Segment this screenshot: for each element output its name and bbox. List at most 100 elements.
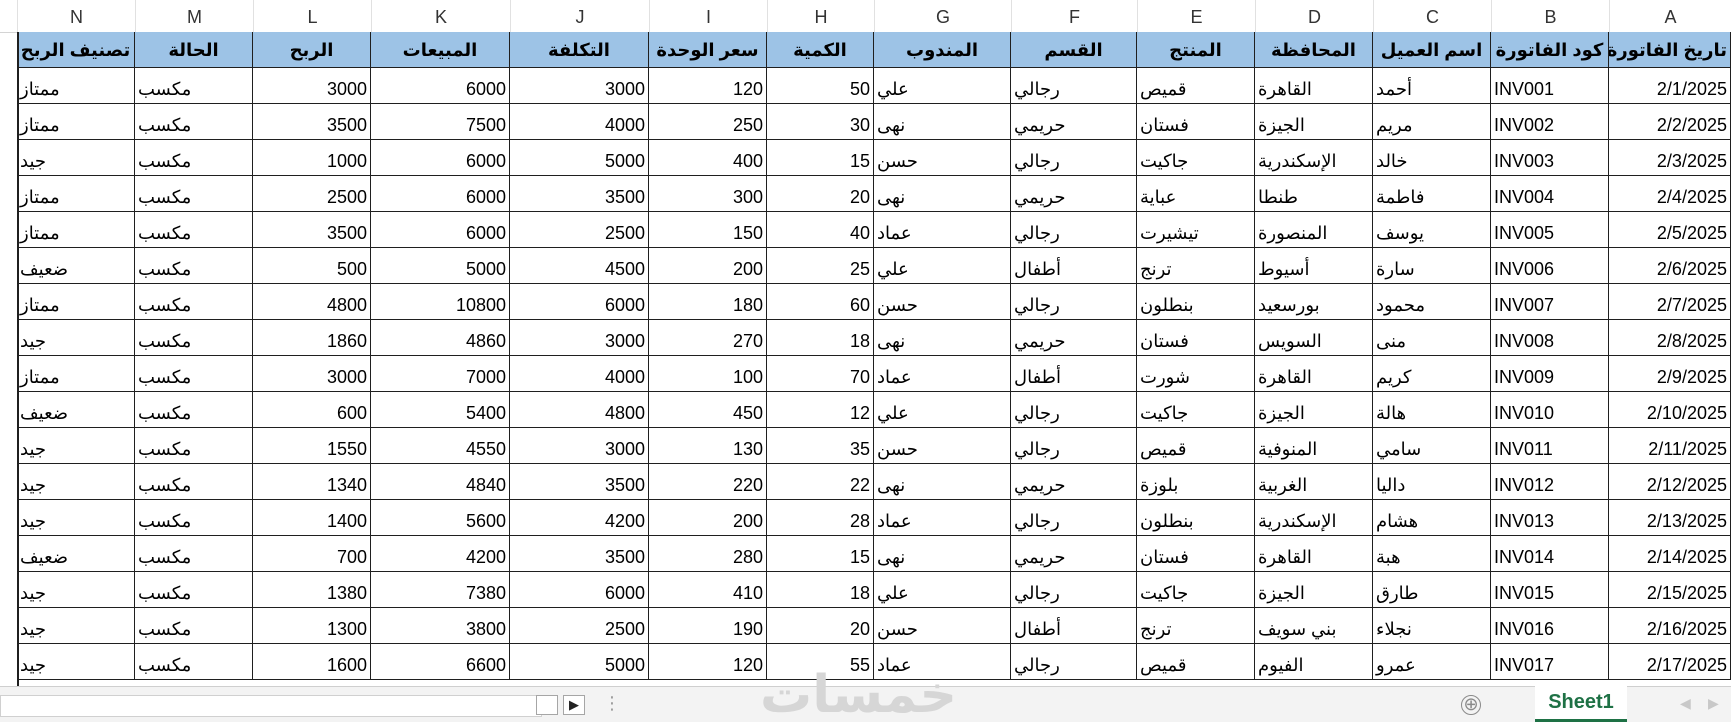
table-cell[interactable]: بلوزة bbox=[1137, 464, 1255, 500]
table-cell[interactable]: 4000 bbox=[510, 104, 649, 140]
table-cell[interactable]: INV011 bbox=[1491, 428, 1609, 464]
table-cell[interactable]: مكسب bbox=[135, 392, 253, 428]
table-cell[interactable]: 410 bbox=[649, 572, 767, 608]
table-cell[interactable]: 2/2/2025 bbox=[1609, 104, 1731, 140]
table-cell[interactable]: 2/4/2025 bbox=[1609, 176, 1731, 212]
table-header-cell[interactable]: التكلفة bbox=[510, 32, 649, 68]
table-cell[interactable]: 4800 bbox=[510, 392, 649, 428]
table-cell[interactable]: سارة bbox=[1373, 248, 1491, 284]
table-cell[interactable]: داليا bbox=[1373, 464, 1491, 500]
tab-scroll-left-icon[interactable]: ◀ bbox=[1680, 695, 1691, 712]
table-cell[interactable]: الإسكندرية bbox=[1255, 500, 1373, 536]
column-header-j[interactable]: J bbox=[510, 0, 649, 32]
table-cell[interactable]: 4840 bbox=[371, 464, 510, 500]
table-cell[interactable]: 1300 bbox=[253, 608, 371, 644]
table-header-cell[interactable]: المبيعات bbox=[371, 32, 510, 68]
table-cell[interactable]: 280 bbox=[649, 536, 767, 572]
table-cell[interactable]: حريمي bbox=[1011, 104, 1137, 140]
column-header-a[interactable]: A bbox=[1609, 0, 1731, 32]
spreadsheet-grid[interactable]: NMLKJIHGFEDCBA تصنيف الربح الحالة الربح الم… bbox=[0, 0, 1731, 686]
table-cell[interactable]: 180 bbox=[649, 284, 767, 320]
table-cell[interactable]: رجالي bbox=[1011, 644, 1137, 680]
table-cell[interactable]: 450 bbox=[649, 392, 767, 428]
table-cell[interactable]: عباية bbox=[1137, 176, 1255, 212]
table-cell[interactable]: السويس bbox=[1255, 320, 1373, 356]
table-cell[interactable]: رجالي bbox=[1011, 284, 1137, 320]
table-cell[interactable]: 400 bbox=[649, 140, 767, 176]
table-cell[interactable]: نهى bbox=[874, 176, 1011, 212]
table-cell[interactable]: نهى bbox=[874, 536, 1011, 572]
table-cell[interactable]: 2/11/2025 bbox=[1609, 428, 1731, 464]
table-cell[interactable]: أطفال bbox=[1011, 248, 1137, 284]
table-cell[interactable]: 3000 bbox=[510, 320, 649, 356]
table-cell[interactable]: محمود bbox=[1373, 284, 1491, 320]
table-cell[interactable]: 6000 bbox=[510, 284, 649, 320]
table-cell[interactable]: علي bbox=[874, 248, 1011, 284]
add-sheet-icon[interactable]: ⊕ bbox=[1461, 695, 1481, 715]
table-cell[interactable]: 4200 bbox=[510, 500, 649, 536]
table-cell[interactable]: قميص bbox=[1137, 428, 1255, 464]
table-cell[interactable]: 2/1/2025 bbox=[1609, 68, 1731, 104]
tab-scroll-right-icon[interactable]: ▶ bbox=[1708, 695, 1719, 712]
table-cell[interactable]: 60 bbox=[767, 284, 874, 320]
table-cell[interactable]: 4550 bbox=[371, 428, 510, 464]
splitter-handle[interactable]: ⋮ bbox=[603, 693, 621, 714]
column-header-e[interactable]: E bbox=[1137, 0, 1255, 32]
table-cell[interactable]: هبة bbox=[1373, 536, 1491, 572]
table-header-cell[interactable]: المنتج bbox=[1137, 32, 1255, 68]
table-cell[interactable]: جيد bbox=[17, 500, 135, 536]
table-cell[interactable]: 3000 bbox=[510, 68, 649, 104]
table-cell[interactable]: مكسب bbox=[135, 320, 253, 356]
table-cell[interactable]: 200 bbox=[649, 500, 767, 536]
table-cell[interactable]: سامي bbox=[1373, 428, 1491, 464]
table-cell[interactable]: 3500 bbox=[510, 176, 649, 212]
table-cell[interactable]: رجالي bbox=[1011, 572, 1137, 608]
table-cell[interactable]: جيد bbox=[17, 608, 135, 644]
table-header-cell[interactable]: الحالة bbox=[135, 32, 253, 68]
table-cell[interactable]: 2/12/2025 bbox=[1609, 464, 1731, 500]
table-cell[interactable]: مكسب bbox=[135, 356, 253, 392]
table-header-cell[interactable]: المندوب bbox=[874, 32, 1011, 68]
table-cell[interactable]: INV014 bbox=[1491, 536, 1609, 572]
table-cell[interactable]: 6000 bbox=[371, 68, 510, 104]
table-cell[interactable]: 1000 bbox=[253, 140, 371, 176]
table-cell[interactable]: INV017 bbox=[1491, 644, 1609, 680]
column-header-m[interactable]: M bbox=[135, 0, 253, 32]
table-cell[interactable]: الجيزة bbox=[1255, 104, 1373, 140]
table-cell[interactable]: 2/10/2025 bbox=[1609, 392, 1731, 428]
column-header-n[interactable]: N bbox=[17, 0, 135, 32]
table-cell[interactable]: 40 bbox=[767, 212, 874, 248]
table-header-cell[interactable]: الربح bbox=[253, 32, 371, 68]
table-cell[interactable]: مريم bbox=[1373, 104, 1491, 140]
table-cell[interactable]: 5000 bbox=[510, 644, 649, 680]
table-header-cell[interactable]: كود الفاتورة bbox=[1491, 32, 1609, 68]
table-cell[interactable]: 270 bbox=[649, 320, 767, 356]
table-cell[interactable]: نجلاء bbox=[1373, 608, 1491, 644]
table-cell[interactable]: 6000 bbox=[510, 572, 649, 608]
table-cell[interactable]: جيد bbox=[17, 464, 135, 500]
table-cell[interactable]: 70 bbox=[767, 356, 874, 392]
table-cell[interactable]: 7500 bbox=[371, 104, 510, 140]
table-cell[interactable]: INV007 bbox=[1491, 284, 1609, 320]
table-cell[interactable]: بني سويف bbox=[1255, 608, 1373, 644]
table-cell[interactable]: 3000 bbox=[253, 356, 371, 392]
table-cell[interactable]: 2/17/2025 bbox=[1609, 644, 1731, 680]
table-cell[interactable]: نهى bbox=[874, 320, 1011, 356]
table-cell[interactable]: 4200 bbox=[371, 536, 510, 572]
table-cell[interactable]: INV016 bbox=[1491, 608, 1609, 644]
table-cell[interactable]: 7000 bbox=[371, 356, 510, 392]
table-cell[interactable]: 2/16/2025 bbox=[1609, 608, 1731, 644]
table-cell[interactable]: الغربية bbox=[1255, 464, 1373, 500]
table-cell[interactable]: مكسب bbox=[135, 464, 253, 500]
table-cell[interactable]: نهى bbox=[874, 464, 1011, 500]
table-cell[interactable]: 130 bbox=[649, 428, 767, 464]
table-cell[interactable]: 700 bbox=[253, 536, 371, 572]
table-cell[interactable]: القاهرة bbox=[1255, 536, 1373, 572]
column-header-f[interactable]: F bbox=[1011, 0, 1137, 32]
table-cell[interactable]: يوسف bbox=[1373, 212, 1491, 248]
table-cell[interactable]: 6000 bbox=[371, 176, 510, 212]
table-cell[interactable]: ضعيف bbox=[17, 536, 135, 572]
table-cell[interactable]: 50 bbox=[767, 68, 874, 104]
table-cell[interactable]: فستان bbox=[1137, 320, 1255, 356]
column-header-d[interactable]: D bbox=[1255, 0, 1373, 32]
